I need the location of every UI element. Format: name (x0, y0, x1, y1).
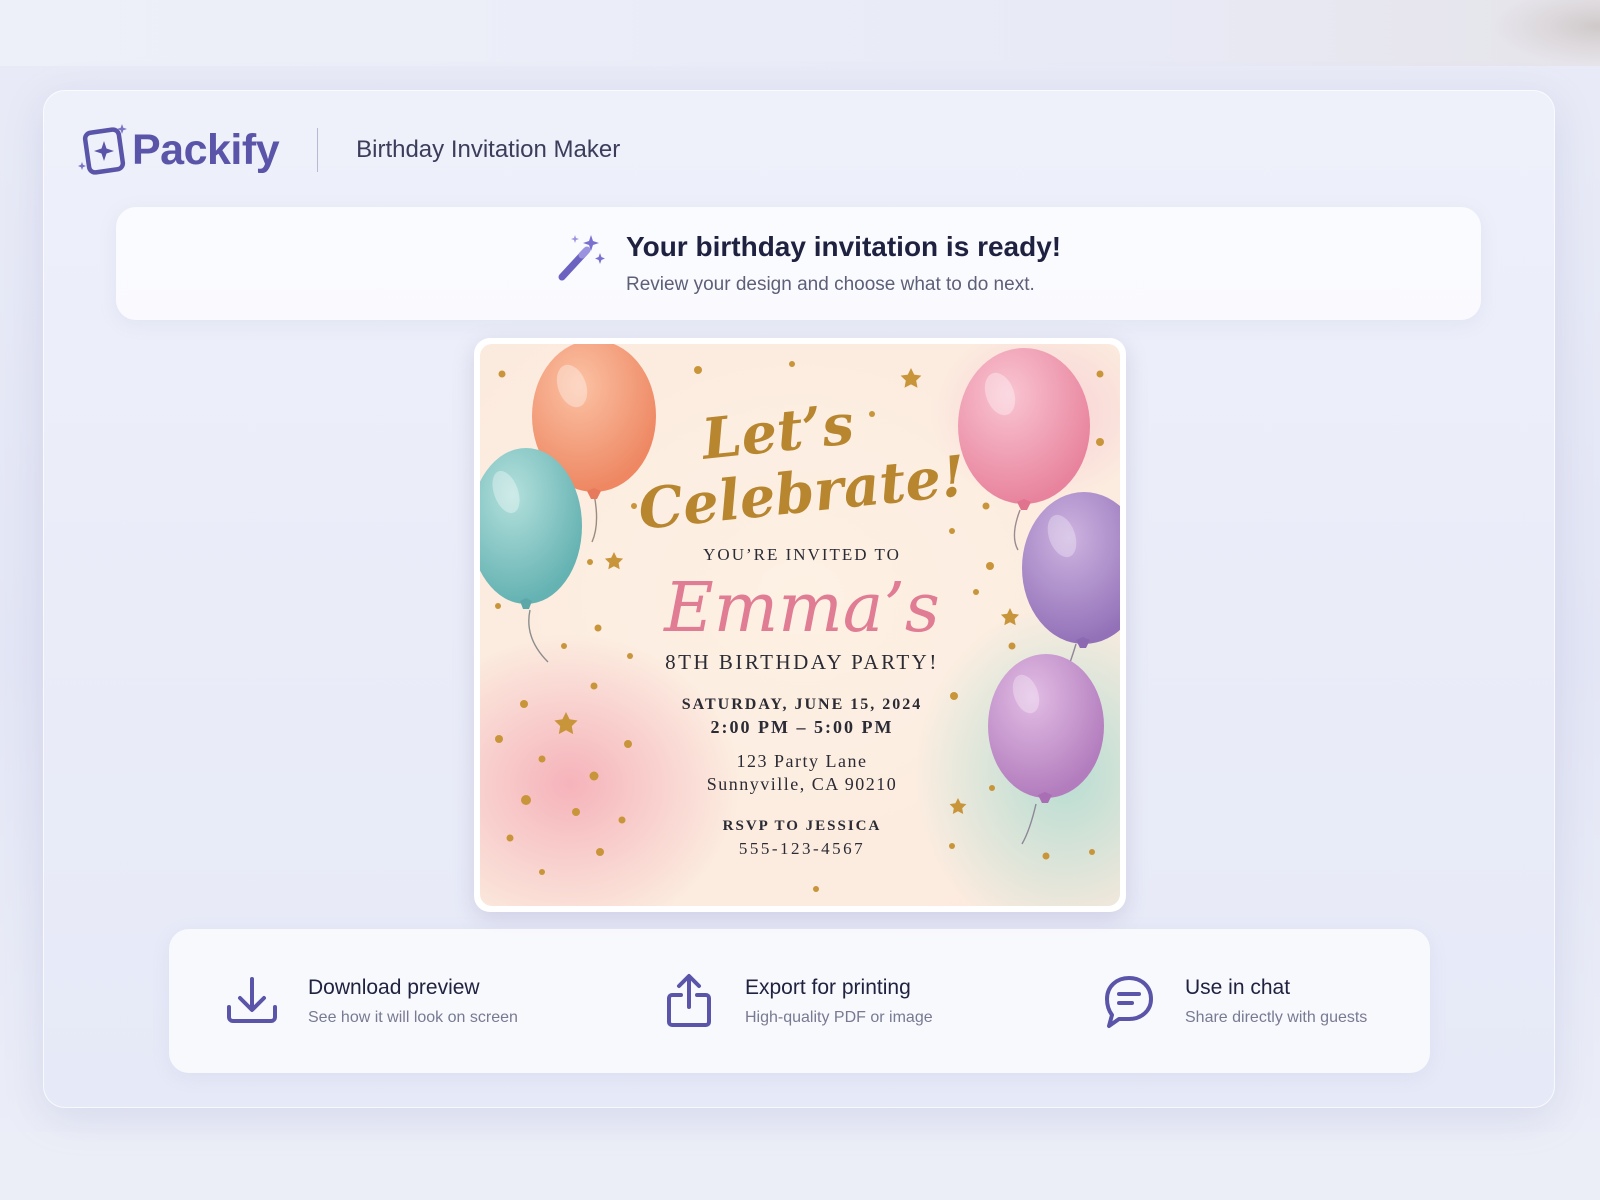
guest-name: Emma’s (662, 569, 940, 648)
chat-bubble-icon (1099, 971, 1159, 1031)
window-corner-shadow (1490, 0, 1600, 66)
rsvp-text: RSVP TO JESSICA (723, 818, 882, 834)
banner-subtitle: Review your design and choose what to do… (626, 274, 1035, 295)
download-preview-button[interactable]: Download preview See how it will look on… (222, 929, 518, 1073)
use-in-chat-sublabel: Share directly with guests (1185, 1008, 1368, 1026)
export-printing-sublabel: High-quality PDF or image (745, 1008, 933, 1026)
download-preview-sublabel: See how it will look on screen (308, 1008, 518, 1026)
invited-to-text: YOU’RE INVITED TO (703, 545, 901, 564)
address-line-2: Sunnyville, CA 90210 (707, 774, 898, 794)
ready-banner: Your birthday invitation is ready! Revie… (116, 207, 1481, 320)
export-printing-label: Export for printing (745, 975, 911, 999)
window-top-strip (0, 0, 1600, 66)
download-icon (222, 971, 282, 1031)
action-bar: Download preview See how it will look on… (169, 929, 1430, 1073)
address-line-1: 123 Party Lane (737, 751, 868, 771)
rsvp-phone: 555-123-4567 (739, 839, 865, 858)
share-export-icon (659, 971, 719, 1031)
party-time: 2:00 PM – 5:00 PM (711, 717, 894, 737)
download-preview-label: Download preview (308, 975, 480, 999)
window-bottom-strip (0, 1132, 1600, 1200)
invitation-preview[interactable]: Let’s Celebrate! YOU’RE INVITED TO Emma’… (474, 338, 1126, 912)
invitation-card: Let’s Celebrate! YOU’RE INVITED TO Emma’… (480, 344, 1120, 906)
use-in-chat-button[interactable]: Use in chat Share directly with guests (1099, 929, 1367, 1073)
occasion-text: 8TH BIRTHDAY PARTY! (665, 650, 939, 674)
packify-logo-icon (78, 122, 128, 178)
use-in-chat-label: Use in chat (1185, 975, 1291, 999)
magic-wand-icon (553, 231, 607, 285)
banner-title: Your birthday invitation is ready! (626, 231, 1062, 262)
brand-name: Packify (132, 125, 280, 174)
party-date: SATURDAY, JUNE 15, 2024 (682, 696, 923, 713)
export-printing-button[interactable]: Export for printing High-quality PDF or … (659, 929, 933, 1073)
app-header: Packify Birthday Invitation Maker (78, 120, 620, 180)
page-title: Birthday Invitation Maker (356, 136, 621, 163)
header-divider (317, 128, 319, 172)
